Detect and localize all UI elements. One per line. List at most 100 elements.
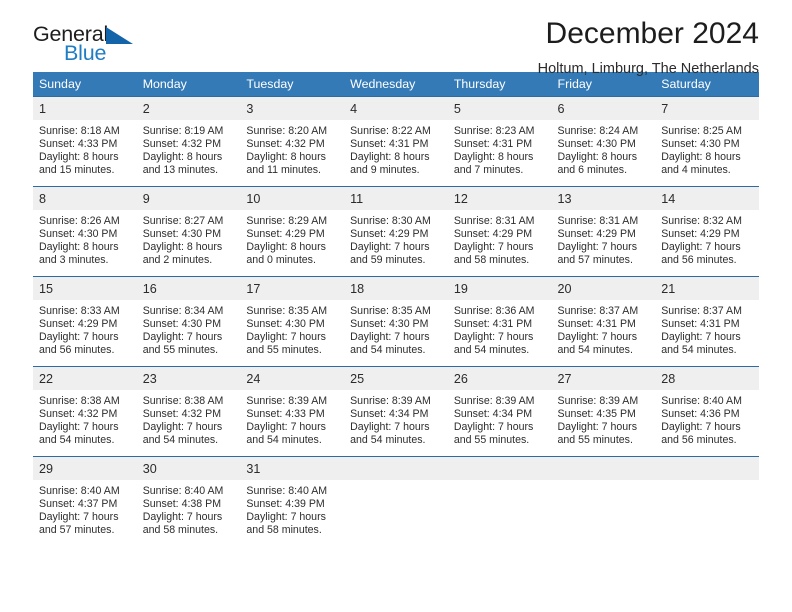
calendar-week-row: 22 Sunrise: 8:38 AM Sunset: 4:32 PM Dayligh… (33, 366, 759, 457)
calendar-day-cell[interactable]: 6 Sunrise: 8:24 AM Sunset: 4:30 PM Daylight… (551, 96, 656, 187)
calendar-day-cell[interactable]: 19 Sunrise: 8:36 AM Sunset: 4:31 PM Dayligh… (447, 276, 552, 367)
calendar-day-cell[interactable]: 2 Sunrise: 8:19 AM Sunset: 4:32 PM Daylight… (136, 96, 241, 187)
calendar-day-cell[interactable]: 29 Sunrise: 8:40 AM Sunset: 4:37 PM Dayligh… (33, 456, 137, 545)
day-details: Sunrise: 8:22 AM Sunset: 4:31 PM Daylight:… (344, 120, 448, 177)
logo-text-blue: Blue (64, 41, 107, 65)
daylight-duration-line2: and 9 minutes. (350, 164, 420, 177)
calendar-day-cell[interactable]: 12 Sunrise: 8:31 AM Sunset: 4:29 PM Dayligh… (447, 186, 552, 277)
calendar-day-cell[interactable] (655, 456, 759, 545)
day-details: Sunrise: 8:39 AM Sunset: 4:35 PM Daylight:… (552, 390, 656, 447)
daylight-duration-line2: and 54 minutes. (142, 434, 219, 447)
calendar-day-cell[interactable]: 5 Sunrise: 8:23 AM Sunset: 4:31 PM Daylight… (447, 96, 552, 187)
calendar-day-cell[interactable]: 20 Sunrise: 8:37 AM Sunset: 4:31 PM Dayligh… (551, 276, 656, 367)
daylight-duration-line1: Daylight: 7 hours (557, 421, 638, 434)
calendar-day-cell[interactable]: 25 Sunrise: 8:39 AM Sunset: 4:34 PM Dayligh… (344, 366, 448, 457)
calendar-day-cell[interactable]: 26 Sunrise: 8:39 AM Sunset: 4:34 PM Dayligh… (447, 366, 552, 457)
calendar-day-cell[interactable] (551, 456, 656, 545)
calendar-week-row: 15 Sunrise: 8:33 AM Sunset: 4:29 PM Dayligh… (33, 276, 759, 367)
calendar-day-cell[interactable]: 4 Sunrise: 8:22 AM Sunset: 4:31 PM Daylight… (344, 96, 448, 187)
calendar-day-cell[interactable]: 17 Sunrise: 8:35 AM Sunset: 4:30 PM Dayligh… (240, 276, 345, 367)
sunset-time: Sunset: 4:38 PM (142, 498, 222, 511)
calendar-day-cell[interactable]: 9 Sunrise: 8:27 AM Sunset: 4:30 PM Daylight… (136, 186, 241, 277)
sunrise-time: Sunrise: 8:40 AM (246, 485, 328, 497)
day-cell-inner: 2 Sunrise: 8:19 AM Sunset: 4:32 PM Daylight… (136, 97, 241, 186)
day-number: 8 (33, 187, 137, 210)
calendar-day-cell[interactable]: 21 Sunrise: 8:37 AM Sunset: 4:31 PM Dayligh… (655, 276, 759, 367)
day-number: 28 (655, 367, 759, 390)
daylight-duration-line1: Daylight: 7 hours (661, 331, 741, 344)
day-details: Sunrise: 8:30 AM Sunset: 4:29 PM Daylight:… (344, 210, 448, 267)
calendar-day-cell[interactable]: 18 Sunrise: 8:35 AM Sunset: 4:30 PM Dayligh… (344, 276, 448, 367)
calendar-day-cell[interactable]: 7 Sunrise: 8:25 AM Sunset: 4:30 PM Daylight… (655, 96, 759, 187)
calendar-day-cell[interactable]: 31 Sunrise: 8:40 AM Sunset: 4:39 PM Dayligh… (240, 456, 345, 545)
calendar-day-cell[interactable]: 27 Sunrise: 8:39 AM Sunset: 4:35 PM Dayligh… (551, 366, 656, 457)
day-number: 21 (655, 277, 759, 300)
day-cell-inner: 11 Sunrise: 8:30 AM Sunset: 4:29 PM Dayligh… (344, 187, 448, 276)
day-cell-inner: 6 Sunrise: 8:24 AM Sunset: 4:30 PM Daylight… (551, 97, 656, 186)
sunset-time: Sunset: 4:33 PM (246, 408, 325, 421)
calendar-day-cell[interactable]: 22 Sunrise: 8:38 AM Sunset: 4:32 PM Dayligh… (33, 366, 137, 457)
calendar-day-cell[interactable]: 15 Sunrise: 8:33 AM Sunset: 4:29 PM Dayligh… (33, 276, 137, 367)
calendar-day-cell[interactable]: 23 Sunrise: 8:38 AM Sunset: 4:32 PM Dayligh… (136, 366, 241, 457)
calendar-day-cell[interactable] (447, 456, 552, 545)
day-number: 12 (447, 187, 552, 210)
sunrise-time: Sunrise: 8:18 AM (39, 125, 120, 137)
day-cell-inner (551, 457, 656, 545)
daylight-duration-line2: and 54 minutes. (661, 344, 737, 357)
daylight-duration-line1: Daylight: 7 hours (350, 421, 430, 434)
calendar-week-row: 8 Sunrise: 8:26 AM Sunset: 4:30 PM Daylight… (33, 186, 759, 277)
calendar-day-cell[interactable]: 13 Sunrise: 8:31 AM Sunset: 4:29 PM Dayligh… (551, 186, 656, 277)
calendar-page: General Blue December 2024 Holtum, Limbu… (0, 0, 792, 612)
calendar-day-cell[interactable]: 3 Sunrise: 8:20 AM Sunset: 4:32 PM Daylight… (240, 96, 345, 187)
day-number: 1 (33, 97, 137, 120)
calendar-day-cell[interactable]: 14 Sunrise: 8:32 AM Sunset: 4:29 PM Dayligh… (655, 186, 759, 277)
sunset-time: Sunset: 4:30 PM (39, 228, 118, 241)
day-number: 10 (240, 187, 345, 210)
daylight-duration-line2: and 55 minutes. (142, 344, 219, 357)
sunset-time: Sunset: 4:33 PM (39, 138, 118, 151)
day-cell-inner: 23 Sunrise: 8:38 AM Sunset: 4:32 PM Dayligh… (136, 367, 241, 456)
daylight-duration-line2: and 58 minutes. (246, 524, 322, 537)
day-cell-inner: 19 Sunrise: 8:36 AM Sunset: 4:31 PM Dayligh… (447, 277, 552, 366)
daylight-duration-line1: Daylight: 7 hours (142, 331, 223, 344)
calendar-day-cell[interactable]: 30 Sunrise: 8:40 AM Sunset: 4:38 PM Dayligh… (136, 456, 241, 545)
day-cell-inner: 28 Sunrise: 8:40 AM Sunset: 4:36 PM Dayligh… (655, 367, 759, 456)
calendar-day-cell[interactable]: 11 Sunrise: 8:30 AM Sunset: 4:29 PM Dayligh… (344, 186, 448, 277)
day-details: Sunrise: 8:32 AM Sunset: 4:29 PM Daylight:… (655, 210, 759, 267)
calendar-day-cell[interactable]: 1 Sunrise: 8:18 AM Sunset: 4:33 PM Daylight… (33, 96, 137, 187)
sunrise-time: Sunrise: 8:19 AM (142, 125, 224, 137)
sunset-time: Sunset: 4:32 PM (142, 138, 222, 151)
day-details: Sunrise: 8:29 AM Sunset: 4:29 PM Daylight:… (240, 210, 344, 267)
calendar-day-cell[interactable]: 10 Sunrise: 8:29 AM Sunset: 4:29 PM Dayligh… (240, 186, 345, 277)
day-cell-inner: 1 Sunrise: 8:18 AM Sunset: 4:33 PM Daylight… (33, 97, 137, 186)
sunrise-time: Sunrise: 8:24 AM (557, 125, 639, 137)
day-cell-inner: 29 Sunrise: 8:40 AM Sunset: 4:37 PM Dayligh… (33, 457, 137, 545)
calendar-day-cell[interactable]: 24 Sunrise: 8:39 AM Sunset: 4:33 PM Dayligh… (240, 366, 345, 457)
sunset-time: Sunset: 4:29 PM (661, 228, 740, 241)
calendar-day-cell[interactable] (344, 456, 448, 545)
sunset-time: Sunset: 4:30 PM (246, 318, 325, 331)
general-blue-logo[interactable]: General Blue (33, 23, 213, 72)
day-cell-inner: 22 Sunrise: 8:38 AM Sunset: 4:32 PM Dayligh… (33, 367, 137, 456)
day-number (551, 457, 656, 480)
daylight-duration-line1: Daylight: 7 hours (142, 511, 223, 524)
sunset-time: Sunset: 4:29 PM (246, 228, 325, 241)
day-cell-inner: 14 Sunrise: 8:32 AM Sunset: 4:29 PM Dayligh… (655, 187, 759, 276)
sunrise-time: Sunrise: 8:26 AM (39, 215, 120, 227)
daylight-duration-line1: Daylight: 8 hours (39, 151, 119, 164)
calendar-day-cell[interactable]: 16 Sunrise: 8:34 AM Sunset: 4:30 PM Dayligh… (136, 276, 241, 367)
daylight-duration-line1: Daylight: 8 hours (557, 151, 638, 164)
title-block: December 2024 Holtum, Limburg, The Nethe… (538, 0, 759, 78)
day-number (344, 457, 448, 480)
calendar-day-cell[interactable]: 8 Sunrise: 8:26 AM Sunset: 4:30 PM Daylight… (33, 186, 137, 277)
day-number: 18 (344, 277, 448, 300)
calendar-day-cell[interactable]: 28 Sunrise: 8:40 AM Sunset: 4:36 PM Dayligh… (655, 366, 759, 457)
day-number: 11 (344, 187, 448, 210)
daylight-duration-line2: and 57 minutes. (557, 254, 633, 267)
daylight-duration-line1: Daylight: 7 hours (39, 331, 119, 344)
daylight-duration-line1: Daylight: 7 hours (453, 421, 534, 434)
day-number (655, 457, 759, 480)
daylight-duration-line2: and 3 minutes. (39, 254, 109, 267)
sunrise-time: Sunrise: 8:38 AM (142, 395, 224, 407)
weekday-header-tuesday: Tuesday (240, 72, 345, 97)
